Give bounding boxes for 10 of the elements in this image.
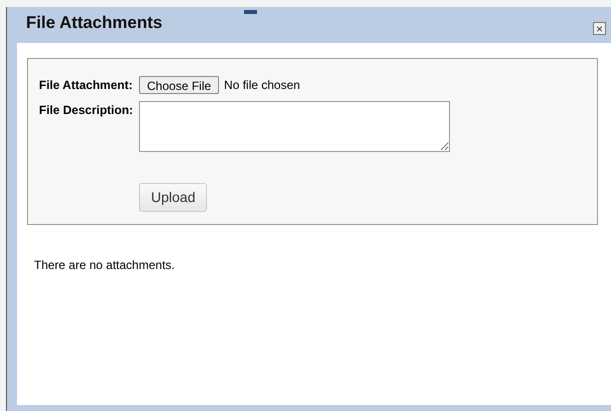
choose-file-button[interactable]: Choose File bbox=[139, 76, 220, 94]
dialog-title: File Attachments bbox=[26, 12, 162, 34]
field-label: File Description: bbox=[39, 102, 134, 119]
file-status-text: No file chosen bbox=[224, 77, 300, 94]
field-label: File Attachment: bbox=[39, 77, 134, 94]
description-field[interactable] bbox=[139, 101, 450, 152]
close-button[interactable]: × bbox=[593, 22, 606, 35]
empty-message: There are no attachments. bbox=[34, 257, 176, 274]
upload-button[interactable]: Upload bbox=[139, 183, 208, 212]
drag-handle-icon[interactable] bbox=[244, 10, 257, 14]
